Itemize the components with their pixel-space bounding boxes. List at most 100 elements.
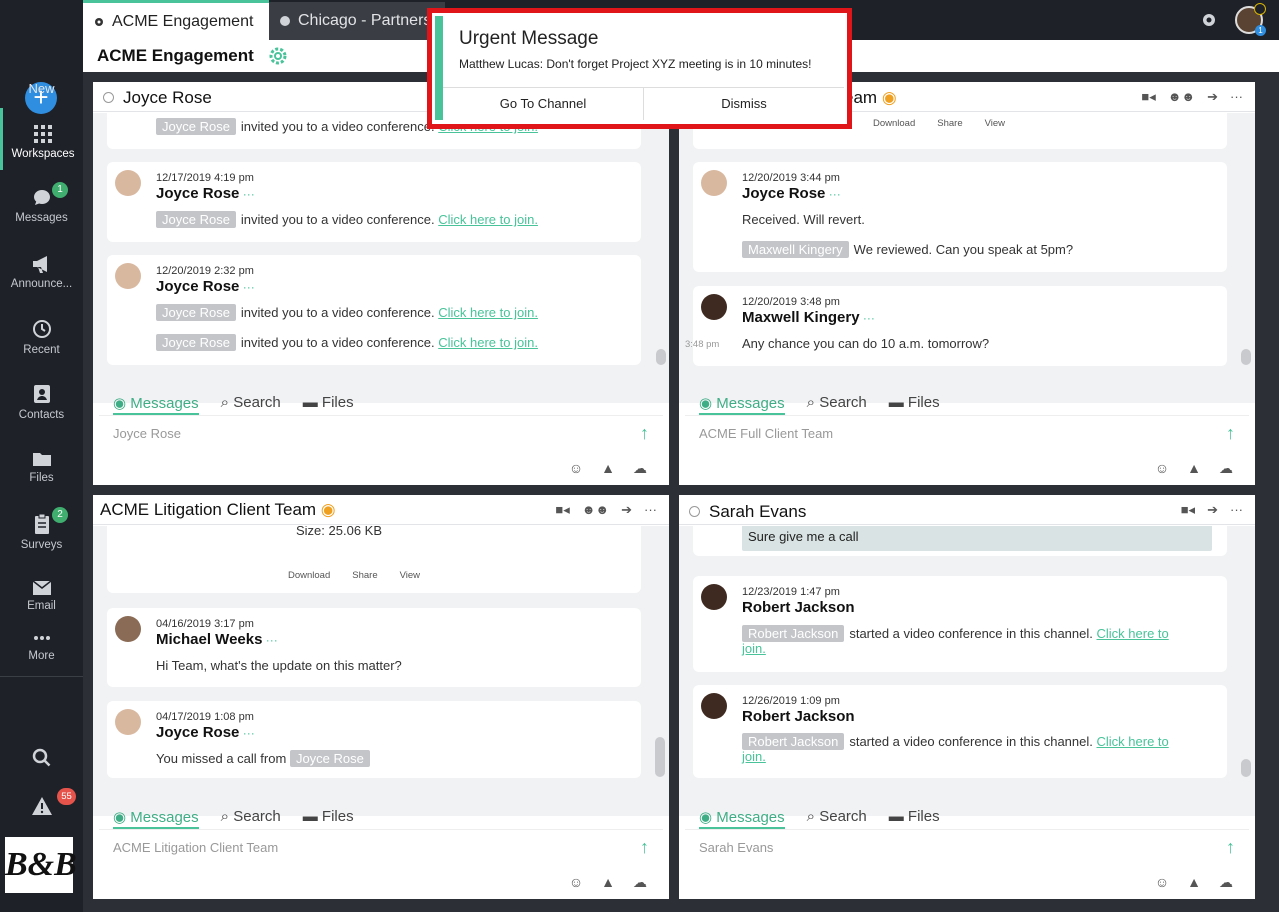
tab-messages[interactable]: ◉ Messages (113, 808, 199, 829)
settings-gear-icon[interactable] (1201, 12, 1217, 28)
tab-messages[interactable]: ◉ Messages (699, 808, 785, 829)
scrollbar[interactable] (656, 349, 666, 365)
sender-name[interactable]: Joyce Rose ··· (156, 185, 255, 202)
urgent-warning-icon[interactable]: ▲ (1187, 460, 1201, 477)
video-call-icon[interactable]: ■◂ (1141, 89, 1155, 105)
urgent-warning-icon[interactable]: ▲ (601, 460, 615, 477)
tab-files[interactable]: ▬ Files (889, 394, 940, 415)
tab-search[interactable]: ⌕ Search (221, 394, 281, 415)
sidebar-item-contacts[interactable]: Contacts (0, 383, 83, 421)
join-link[interactable]: Click here to join. (438, 212, 538, 227)
view-button[interactable]: View (985, 118, 1005, 129)
message-input[interactable]: ACME Litigation Client Team ↑ (99, 829, 663, 863)
avatar[interactable] (701, 294, 727, 320)
download-button[interactable]: Download (288, 570, 330, 581)
more-dots-icon[interactable]: ··· (239, 280, 255, 294)
avatar[interactable] (115, 709, 141, 735)
cloud-upload-icon[interactable]: ☁ (1219, 460, 1233, 477)
more-dots-icon[interactable]: ··· (860, 311, 875, 325)
arrow-right-icon[interactable]: ➔ (1207, 502, 1218, 518)
cloud-upload-icon[interactable]: ☁ (1219, 874, 1233, 891)
tab-search[interactable]: ⌕ Search (807, 394, 867, 415)
send-arrow-icon[interactable]: ↑ (640, 837, 649, 858)
more-dots-icon[interactable]: ··· (239, 187, 255, 201)
sidebar-item-messages[interactable]: 1 Messages (0, 182, 83, 224)
tab-search[interactable]: ⌕ Search (221, 808, 281, 829)
avatar[interactable] (701, 693, 727, 719)
urgent-warning-icon[interactable]: ▲ (601, 874, 615, 891)
message-input[interactable]: Joyce Rose ↑ (99, 415, 663, 449)
sender-name[interactable]: Joyce Rose ··· (156, 724, 255, 741)
message-list[interactable]: Download Share View 12/20/2019 3:44 pm J… (679, 113, 1255, 403)
view-button[interactable]: View (400, 570, 420, 581)
emoji-icon[interactable]: ☺ (1155, 874, 1169, 891)
more-icon[interactable]: ··· (1230, 502, 1243, 518)
message-list[interactable]: Joyce Rose invited you to a video confere… (93, 113, 669, 403)
tab-messages[interactable]: ◉ Messages (113, 394, 199, 415)
sidebar-item-surveys[interactable]: 2 Surveys (0, 507, 83, 551)
tab-files[interactable]: ▬ Files (303, 808, 354, 829)
emoji-icon[interactable]: ☺ (1155, 460, 1169, 477)
members-icon[interactable]: ☻☻ (582, 502, 609, 518)
sidebar-item-files[interactable]: Files (0, 450, 83, 484)
user-avatar[interactable]: 1 (1235, 3, 1266, 36)
tab-messages[interactable]: ◉ Messages (699, 394, 785, 415)
go-to-channel-button[interactable]: Go To Channel (443, 88, 643, 120)
emoji-icon[interactable]: ☺ (569, 874, 583, 891)
message-list[interactable]: Sure give me a call 12/23/2019 1:47 pm R… (679, 526, 1255, 816)
join-link[interactable]: Click here to (1097, 626, 1169, 641)
join-link[interactable]: join. (742, 749, 766, 764)
message-input[interactable]: ACME Full Client Team ↑ (685, 415, 1249, 449)
more-dots-icon[interactable]: ··· (262, 633, 278, 647)
sender-name[interactable]: Michael Weeks ··· (156, 631, 278, 648)
join-link[interactable]: Click here to (1097, 734, 1169, 749)
more-icon[interactable]: ··· (644, 502, 657, 518)
video-call-icon[interactable]: ■◂ (555, 502, 569, 518)
cloud-upload-icon[interactable]: ☁ (633, 874, 647, 891)
sidebar-item-announcements[interactable]: Announce... (0, 254, 83, 290)
send-arrow-icon[interactable]: ↑ (1226, 837, 1235, 858)
sidebar-item-recent[interactable]: Recent (0, 318, 83, 356)
avatar[interactable] (115, 263, 141, 289)
tab-acme-engagement[interactable]: ACME Engagement (83, 0, 269, 40)
tab-chicago-partners[interactable]: Chicago - Partners (269, 2, 445, 40)
avatar[interactable] (701, 584, 727, 610)
join-link[interactable]: Click here to join. (438, 335, 538, 350)
sender-name[interactable]: Maxwell Kingery ··· (742, 309, 875, 326)
avatar[interactable] (701, 170, 727, 196)
sidebar-alerts-button[interactable]: 55 (0, 788, 83, 820)
share-button[interactable]: Share (352, 570, 377, 581)
dismiss-button[interactable]: Dismiss (643, 88, 844, 120)
tab-files[interactable]: ▬ Files (889, 808, 940, 829)
sidebar-item-more[interactable]: More (0, 630, 83, 662)
emoji-icon[interactable]: ☺ (569, 460, 583, 477)
sender-name[interactable]: Joyce Rose ··· (742, 185, 841, 202)
arrow-right-icon[interactable]: ➔ (621, 502, 632, 518)
join-link[interactable]: Click here to join. (438, 305, 538, 320)
avatar[interactable] (115, 170, 141, 196)
tab-search[interactable]: ⌕ Search (807, 808, 867, 829)
avatar[interactable] (115, 616, 141, 642)
join-link[interactable]: join. (742, 641, 766, 656)
new-button[interactable]: + New (0, 40, 83, 114)
scrollbar[interactable] (1241, 759, 1251, 777)
scrollbar[interactable] (655, 737, 665, 777)
more-dots-icon[interactable]: ··· (239, 726, 255, 740)
more-icon[interactable]: ··· (1230, 89, 1243, 105)
urgent-warning-icon[interactable]: ▲ (1187, 874, 1201, 891)
cloud-upload-icon[interactable]: ☁ (633, 460, 647, 477)
members-icon[interactable]: ☻☻ (1168, 89, 1195, 105)
video-call-icon[interactable]: ■◂ (1181, 502, 1195, 518)
sidebar-item-email[interactable]: Email (0, 580, 83, 610)
sidebar-search-button[interactable] (0, 747, 83, 773)
share-button[interactable]: Share (937, 118, 962, 129)
send-arrow-icon[interactable]: ↑ (1226, 423, 1235, 444)
sender-name[interactable]: Robert Jackson (742, 708, 855, 725)
sidebar-item-workspaces[interactable]: Workspaces (0, 108, 83, 170)
message-list[interactable]: Size: 25.06 KB Download Share View 04/16… (93, 526, 669, 816)
scrollbar[interactable] (1241, 349, 1251, 365)
arrow-right-icon[interactable]: ➔ (1207, 89, 1218, 105)
send-arrow-icon[interactable]: ↑ (640, 423, 649, 444)
workspace-settings-icon[interactable] (268, 46, 288, 66)
sender-name[interactable]: Robert Jackson (742, 599, 855, 616)
